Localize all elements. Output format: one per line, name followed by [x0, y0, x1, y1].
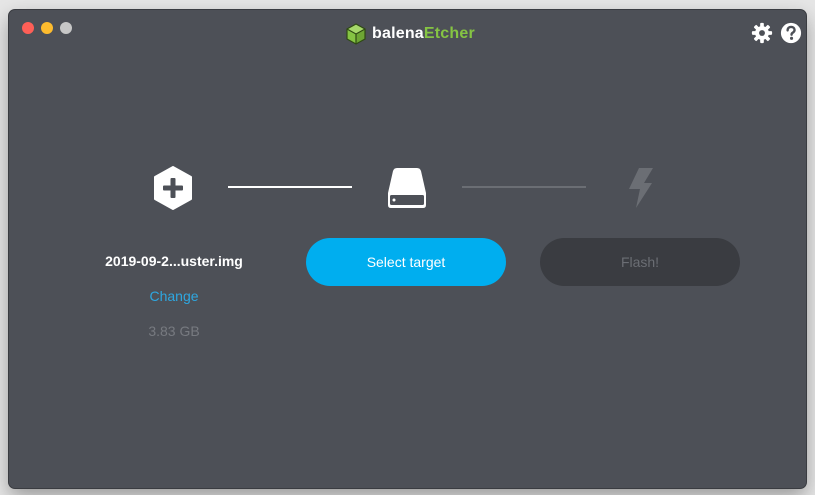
selected-image-name: 2019-09-2...uster.img: [105, 253, 243, 269]
brand-prefix: balena: [372, 25, 424, 42]
etcher-window: balenaEtcher 2019-09-2...uster.img Chang…: [9, 10, 806, 488]
plus-hexagon-icon[interactable]: [152, 165, 194, 211]
gear-icon[interactable]: [751, 22, 773, 44]
lightning-icon: [629, 168, 653, 208]
brand-name: balenaEtcher: [372, 25, 475, 43]
change-image-link[interactable]: Change: [89, 288, 259, 304]
minimize-window-button[interactable]: [41, 22, 53, 34]
image-size: 3.83 GB: [148, 323, 200, 339]
help-icon[interactable]: [780, 22, 802, 44]
cube-icon: [346, 23, 366, 45]
step-connector-2: [462, 186, 586, 188]
maximize-window-button[interactable]: [60, 22, 72, 34]
step-connector-1: [228, 186, 352, 188]
flash-button[interactable]: Flash!: [540, 238, 740, 286]
drive-icon: [388, 168, 426, 208]
brand-suffix: Etcher: [423, 25, 475, 42]
brand-logo: balenaEtcher: [345, 22, 475, 46]
select-target-button[interactable]: Select target: [306, 238, 506, 286]
close-window-button[interactable]: [22, 22, 34, 34]
